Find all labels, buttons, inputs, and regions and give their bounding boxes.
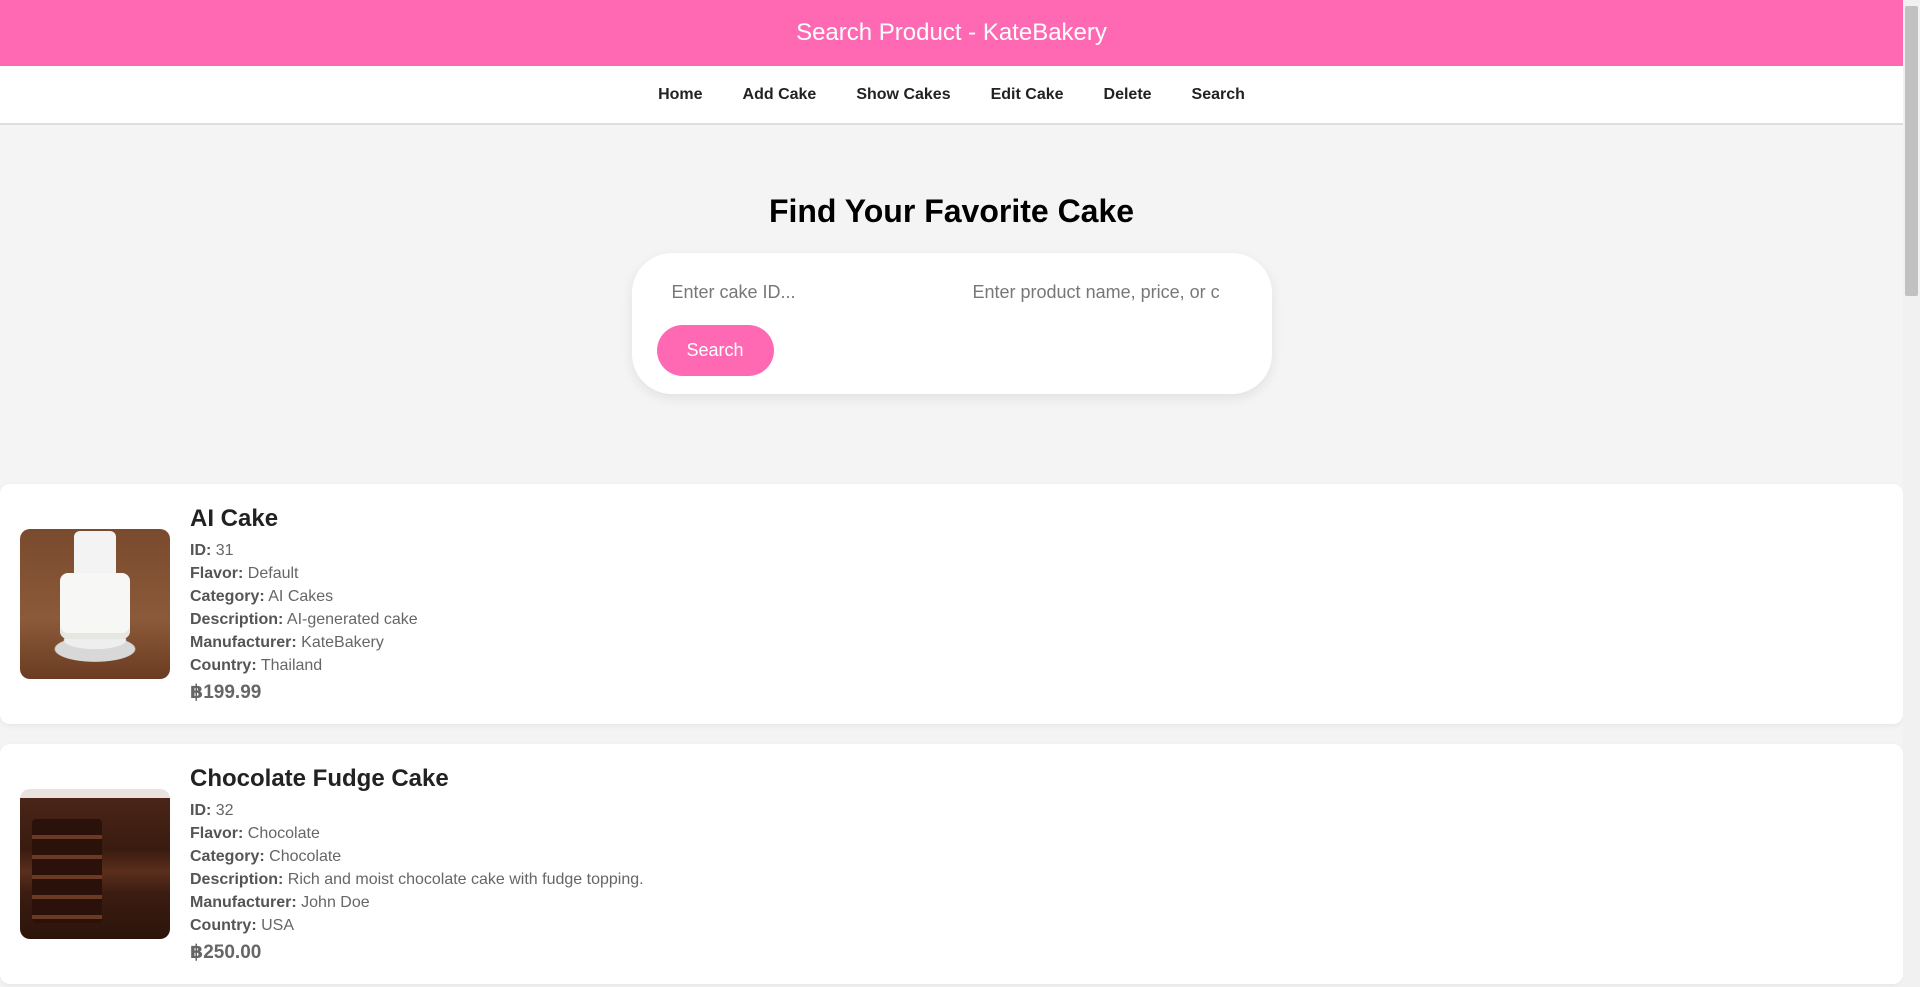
vertical-scrollbar[interactable]	[1903, 0, 1920, 987]
field-value: Default	[247, 564, 299, 582]
product-id: ID: 32	[190, 799, 644, 822]
product-category: Category: Chocolate	[190, 845, 644, 868]
product-card: AI Cake ID: 31 Flavor: Default Category:…	[0, 484, 1903, 724]
top-header: Search Product - KateBakery	[0, 0, 1903, 66]
search-section: Find Your Favorite Cake Search	[0, 125, 1903, 394]
nav-home[interactable]: Home	[638, 86, 722, 104]
search-button[interactable]: Search	[656, 325, 774, 376]
page: Search Product - KateBakery Home Add Cak…	[0, 0, 1903, 987]
nav-search[interactable]: Search	[1172, 86, 1265, 104]
field-value: Thailand	[260, 656, 323, 674]
search-form: Search	[631, 253, 1272, 394]
cake-slice-shape	[32, 819, 102, 923]
main-nav: Home Add Cake Show Cakes Edit Cake Delet…	[0, 66, 1903, 125]
field-label: Manufacturer:	[190, 633, 297, 651]
search-inputs	[656, 265, 1247, 319]
product-card: Chocolate Fudge Cake ID: 32 Flavor: Choc…	[0, 744, 1903, 984]
product-flavor: Flavor: Default	[190, 562, 418, 585]
product-flavor: Flavor: Chocolate	[190, 822, 644, 845]
field-value: Chocolate	[247, 824, 320, 842]
product-info: Chocolate Fudge Cake ID: 32 Flavor: Choc…	[190, 765, 644, 964]
scrollbar-thumb[interactable]	[1905, 6, 1918, 296]
field-label: Country:	[190, 916, 257, 934]
nav-show-cakes[interactable]: Show Cakes	[836, 86, 970, 104]
field-label: ID:	[190, 801, 212, 819]
field-label: ID:	[190, 541, 212, 559]
field-value: AI-generated cake	[286, 610, 418, 628]
field-label: Category:	[190, 847, 265, 865]
field-label: Description:	[190, 610, 284, 628]
product-name: AI Cake	[190, 504, 279, 532]
field-value: 31	[215, 541, 234, 559]
field-label: Description:	[190, 870, 284, 888]
field-value: Chocolate	[269, 847, 342, 865]
nav-delete[interactable]: Delete	[1084, 86, 1172, 104]
nav-add-cake[interactable]: Add Cake	[723, 86, 837, 104]
product-price: ฿250.00	[190, 941, 262, 963]
page-title: Search Product - KateBakery	[796, 19, 1107, 46]
cake-image	[20, 789, 170, 939]
cake-id-input[interactable]	[656, 272, 934, 312]
field-value: AI Cakes	[268, 587, 334, 605]
product-query-input[interactable]	[957, 272, 1235, 312]
product-manufacturer: Manufacturer: John Doe	[190, 891, 644, 914]
field-label: Category:	[190, 587, 265, 605]
results-list: AI Cake ID: 31 Flavor: Default Category:…	[0, 484, 1903, 984]
product-info: AI Cake ID: 31 Flavor: Default Category:…	[190, 505, 418, 704]
cake-image	[20, 529, 170, 679]
product-id: ID: 31	[190, 539, 418, 562]
nav-edit-cake[interactable]: Edit Cake	[971, 86, 1084, 104]
product-country: Country: USA	[190, 914, 644, 937]
field-value: Rich and moist chocolate cake with fudge…	[287, 870, 644, 888]
field-value: KateBakery	[301, 633, 384, 651]
hero-title: Find Your Favorite Cake	[768, 193, 1135, 229]
field-label: Flavor:	[190, 564, 244, 582]
cake-tier-shape	[60, 573, 130, 639]
product-manufacturer: Manufacturer: KateBakery	[190, 631, 418, 654]
product-price: ฿199.99	[190, 681, 262, 703]
field-label: Manufacturer:	[190, 893, 297, 911]
product-country: Country: Thailand	[190, 654, 418, 677]
field-value: John Doe	[301, 893, 370, 911]
field-value: 32	[215, 801, 234, 819]
product-description: Description: AI-generated cake	[190, 608, 418, 631]
product-description: Description: Rich and moist chocolate ca…	[190, 868, 644, 891]
product-name: Chocolate Fudge Cake	[190, 764, 449, 792]
field-label: Country:	[190, 656, 257, 674]
field-label: Flavor:	[190, 824, 244, 842]
field-value: USA	[261, 916, 295, 934]
product-category: Category: AI Cakes	[190, 585, 418, 608]
